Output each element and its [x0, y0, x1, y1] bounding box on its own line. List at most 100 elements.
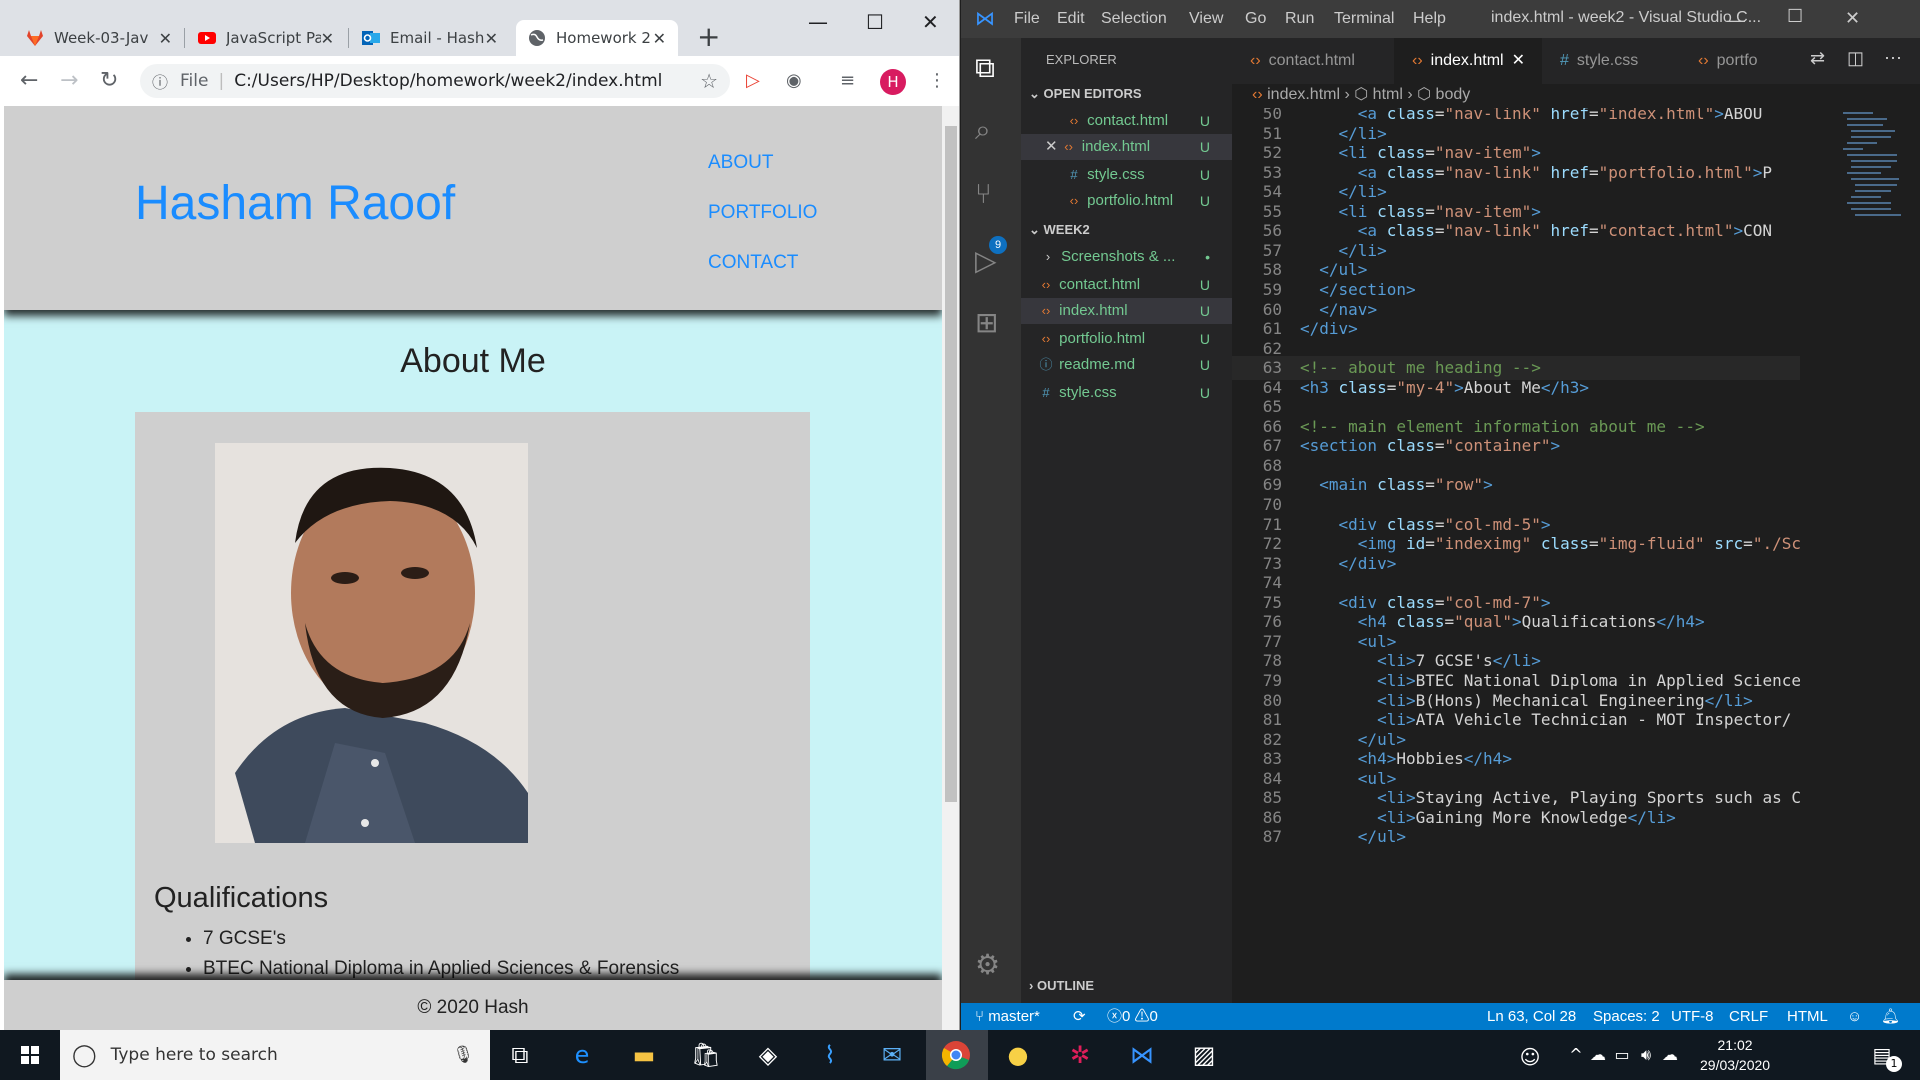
taskbar-search-box[interactable]: ◯ Type here to search 🎙︎ — [60, 1030, 490, 1080]
profile-avatar[interactable]: H — [880, 69, 906, 95]
menu-kebab-icon[interactable]: ⋮ — [928, 70, 946, 91]
open-editor-item[interactable]: # style.css U — [1021, 162, 1232, 188]
mail-icon[interactable]: ✉ — [876, 1040, 908, 1070]
close-window-button[interactable]: ✕ — [922, 10, 939, 34]
store-icon[interactable]: 🛍︎ — [690, 1040, 722, 1070]
address-bar[interactable]: ⓘ File | C:/Users/HP/Desktop/homework/we… — [140, 64, 730, 98]
qualifications-heading: Qualifications — [154, 882, 329, 914]
split-editor-icon[interactable]: ◫ — [1847, 48, 1864, 69]
file-item[interactable]: ‹› contact.html U — [1021, 272, 1232, 298]
tab-homework[interactable]: Homework 2 ✕ — [516, 20, 678, 56]
week2-folder-section[interactable]: ⌄ WEEK2 — [1021, 218, 1232, 242]
visual-studio-icon[interactable]: ⌇ — [814, 1040, 846, 1070]
media-control-icon[interactable]: ≡ — [840, 70, 855, 91]
start-button[interactable] — [0, 1030, 60, 1080]
compare-icon[interactable]: ⇄ — [1810, 48, 1825, 69]
editor-scrollbar[interactable] — [1905, 108, 1919, 1003]
chrome-icon[interactable] — [940, 1040, 972, 1070]
edge-icon[interactable]: e — [566, 1040, 598, 1070]
menu-selection[interactable]: Selection — [1101, 10, 1167, 28]
minimap[interactable] — [1839, 108, 1909, 1003]
sync-icon[interactable]: ⟳ — [1073, 1003, 1086, 1030]
close-tab-icon[interactable]: ✕ — [485, 29, 498, 48]
microphone-icon[interactable]: 🎙︎ — [452, 1045, 474, 1065]
open-editor-item[interactable]: ‹› contact.html U — [1021, 108, 1232, 134]
nav-about-link[interactable]: ABOUT — [708, 152, 773, 174]
menu-view[interactable]: View — [1189, 10, 1223, 28]
photos-icon[interactable]: ▨ — [1188, 1040, 1220, 1070]
close-tab-icon[interactable]: ✕ — [653, 29, 666, 48]
close-tab-icon[interactable]: ✕ — [159, 29, 172, 48]
folder-item[interactable]: › Screenshots & ... • — [1021, 244, 1232, 270]
forward-button[interactable]: → — [60, 68, 78, 93]
task-view-icon[interactable]: ⧉ — [504, 1040, 536, 1070]
file-item[interactable]: # style.css U — [1021, 380, 1232, 406]
close-icon[interactable]: ✕ — [1045, 138, 1058, 155]
feedback-icon[interactable]: ☺ — [1847, 1003, 1862, 1030]
extensions-icon[interactable]: ⊞ — [975, 306, 998, 339]
extension-icon[interactable]: ◉ — [786, 70, 802, 91]
vscode-taskbar-icon[interactable]: ⋈ — [1126, 1040, 1158, 1070]
menu-file[interactable]: File — [1014, 10, 1040, 28]
menu-go[interactable]: Go — [1245, 10, 1266, 28]
scrollbar-thumb[interactable] — [945, 126, 957, 802]
slack-icon[interactable]: ✲ — [1064, 1040, 1096, 1070]
page-scrollbar[interactable] — [942, 106, 959, 1030]
settings-gear-icon[interactable]: ⚙ — [975, 948, 1000, 981]
editor-tab-contact[interactable]: ‹› contact.html — [1232, 38, 1394, 84]
clock[interactable]: 21:02 29/03/2020 — [1700, 1035, 1770, 1075]
open-editor-item[interactable]: ‹› portfolio.html U — [1021, 188, 1232, 214]
cursor-position[interactable]: Ln 63, Col 28 — [1487, 1003, 1576, 1030]
maximize-button[interactable]: ☐ — [1787, 6, 1803, 27]
editor-tab-style[interactable]: # style.css — [1542, 38, 1680, 84]
editor-tab-index[interactable]: ‹› index.html ✕ — [1394, 38, 1542, 84]
extension-icon[interactable]: ▷ — [746, 70, 760, 91]
dropbox-icon[interactable]: ◈ — [752, 1040, 784, 1070]
code-editor[interactable]: 50 <a class="nav-link" href="index.html"… — [1232, 108, 1800, 1003]
minimize-button[interactable]: — — [808, 10, 828, 34]
nav-portfolio-link[interactable]: PORTFOLIO — [708, 202, 817, 224]
close-icon[interactable]: ✕ — [1512, 52, 1525, 69]
file-item[interactable]: ‹› portfolio.html U — [1021, 326, 1232, 352]
outline-section[interactable]: › OUTLINE — [1021, 974, 1232, 998]
info-icon[interactable]: ⓘ — [152, 69, 168, 93]
bookmark-star-icon[interactable]: ☆ — [700, 69, 718, 93]
editor-tab-portfolio[interactable]: ‹› portfo — [1680, 38, 1800, 84]
cloud-sync-icon[interactable]: ☁ — [1654, 1040, 1686, 1070]
more-actions-icon[interactable]: ⋯ — [1884, 48, 1902, 69]
close-tab-icon[interactable]: ✕ — [321, 29, 334, 48]
code-line[interactable]: 87 </ul> — [1232, 825, 1800, 849]
nav-contact-link[interactable]: CONTACT — [708, 252, 798, 274]
file-explorer-icon[interactable]: ▬ — [628, 1040, 660, 1070]
people-icon[interactable]: ☺ — [1514, 1042, 1546, 1072]
menu-help[interactable]: Help — [1413, 10, 1446, 28]
menu-run[interactable]: Run — [1285, 10, 1314, 28]
tab-email[interactable]: Email - Hash ✕ — [350, 20, 510, 56]
encoding-status[interactable]: UTF-8 — [1671, 1003, 1714, 1030]
explorer-icon[interactable]: ⧉ — [975, 52, 995, 85]
back-button[interactable]: ← — [20, 68, 38, 93]
search-icon[interactable]: ⌕ — [975, 114, 991, 147]
wechat-icon[interactable]: ● — [1002, 1040, 1034, 1070]
notifications-bell-icon[interactable]: 🔔︎ — [1881, 1003, 1900, 1030]
minimize-button[interactable]: — — [1727, 10, 1745, 31]
indentation-status[interactable]: Spaces: 2 — [1593, 1003, 1660, 1030]
language-status[interactable]: HTML — [1787, 1003, 1828, 1030]
maximize-button[interactable]: ☐ — [866, 10, 884, 34]
reload-button[interactable]: ↻ — [100, 68, 118, 93]
file-item[interactable]: ‹› index.html U — [1021, 298, 1232, 324]
open-editors-section[interactable]: ⌄ OPEN EDITORS — [1021, 82, 1232, 106]
eol-status[interactable]: CRLF — [1729, 1003, 1768, 1030]
close-window-button[interactable]: ✕ — [1845, 8, 1860, 29]
new-tab-button[interactable]: + — [697, 22, 720, 52]
tab-gitlab[interactable]: Week-03-Jav ✕ — [14, 20, 184, 56]
menu-edit[interactable]: Edit — [1057, 10, 1085, 28]
tab-youtube[interactable]: JavaScript Pa ✕ — [186, 20, 346, 56]
branch-status[interactable]: ⑂ master* — [975, 1003, 1040, 1030]
run-debug-icon[interactable]: ▷ — [975, 244, 997, 277]
menu-terminal[interactable]: Terminal — [1334, 10, 1394, 28]
source-control-icon[interactable]: ⑂ — [975, 178, 992, 210]
open-editor-item[interactable]: ✕ ‹› index.html U — [1021, 134, 1232, 160]
file-item[interactable]: ⓘ readme.md U — [1021, 352, 1232, 378]
problems-status[interactable]: ⓧ0 ⚠0 — [1107, 1003, 1158, 1030]
